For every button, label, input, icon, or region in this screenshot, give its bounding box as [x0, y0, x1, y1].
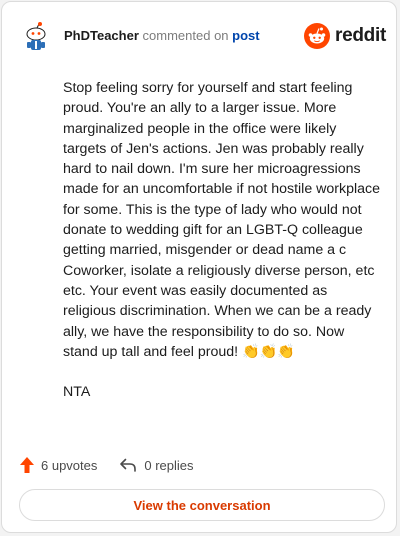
- upvote-arrow-icon: [20, 457, 34, 473]
- comment-card: PhDTeacher commented on post reddit Stop…: [1, 1, 397, 533]
- comment-footer: 6 upvotes 0 replies: [20, 454, 194, 476]
- reply-icon: [120, 458, 137, 472]
- view-conversation-button[interactable]: View the conversation: [19, 489, 385, 521]
- reply-count: 0 replies: [144, 457, 194, 473]
- view-conversation-label: View the conversation: [133, 497, 271, 513]
- commented-on-text: commented on: [142, 28, 229, 43]
- upvote-count: 6 upvotes: [41, 457, 98, 473]
- post-link[interactable]: post: [232, 28, 259, 43]
- comment-header: PhDTeacher commented on post reddit: [16, 16, 388, 56]
- reddit-logo[interactable]: reddit: [304, 22, 386, 50]
- avatar[interactable]: [20, 20, 52, 52]
- reddit-logo-icon: [304, 23, 331, 49]
- upvote-button[interactable]: 6 upvotes: [20, 457, 97, 473]
- replies-button[interactable]: 0 replies: [119, 457, 194, 473]
- comment-body: Stop feeling sorry for yourself and star…: [63, 78, 381, 402]
- reddit-wordmark: reddit: [335, 25, 386, 46]
- snoo-avatar-icon: [20, 20, 52, 52]
- byline: PhDTeacher commented on post: [64, 28, 260, 44]
- comment-paragraph-2: NTA: [63, 384, 91, 401]
- comment-paragraph-1: Stop feeling sorry for yourself and star…: [63, 80, 381, 360]
- username[interactable]: PhDTeacher: [64, 28, 139, 43]
